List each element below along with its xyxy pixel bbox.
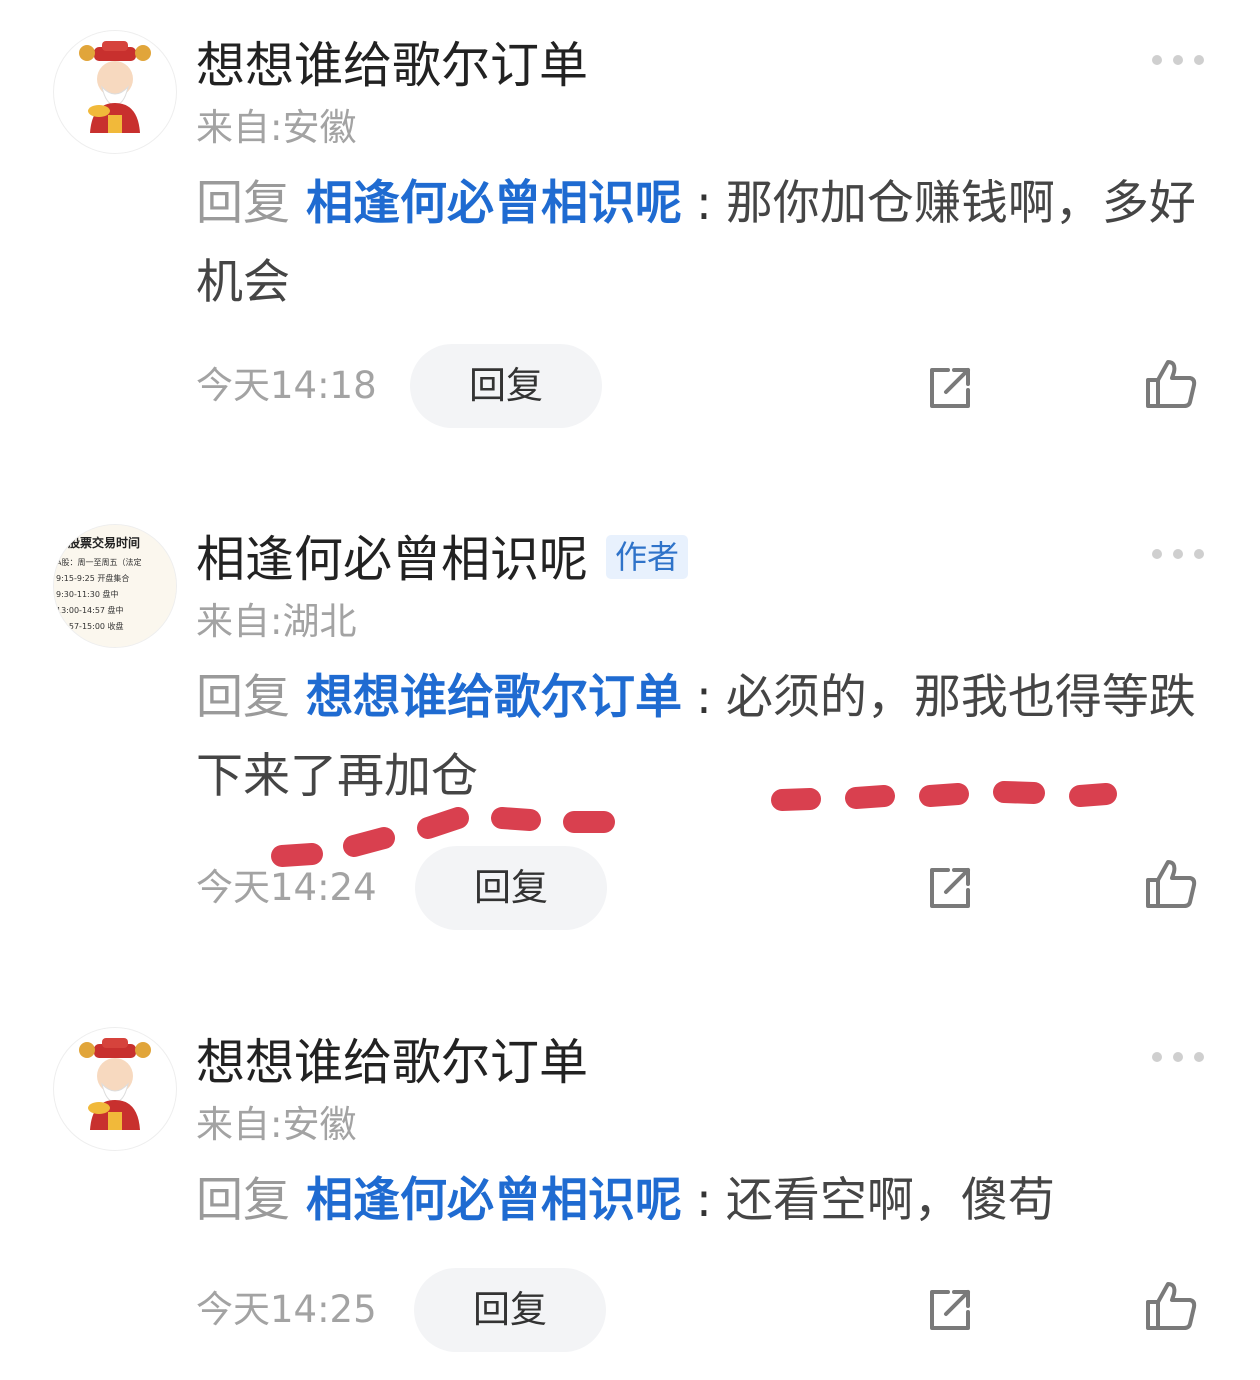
username[interactable]: 相逢何必曾相识呢 作者 <box>196 530 689 590</box>
colon: : <box>696 176 712 231</box>
reply-prefix: 回复 <box>196 670 290 725</box>
colon: : <box>696 1173 712 1228</box>
like-icon[interactable] <box>1144 858 1198 914</box>
username-text[interactable]: 想想谁给歌尔订单 <box>196 37 588 94</box>
avatar-row: 13:00-14:57 盘中 <box>56 605 124 615</box>
share-icon[interactable] <box>926 864 974 916</box>
location: 来自:安徽 <box>196 1103 357 1146</box>
username[interactable]: 想想谁给歌尔订单 <box>196 1033 588 1093</box>
timestamp: 今天14:24 <box>196 866 377 909</box>
share-icon[interactable] <box>926 1286 974 1338</box>
caishen-avatar-icon <box>54 1028 176 1150</box>
avatar[interactable] <box>53 30 177 154</box>
avatar[interactable]: 股票交易时间 A股：周一至周五（法定 9:15-9:25 开盘集合 9:30-1… <box>53 524 177 648</box>
mention-link[interactable]: 相逢何必曾相识呢 <box>306 176 682 231</box>
mention-link[interactable]: 想想谁给歌尔订单 <box>306 670 682 725</box>
trading-hours-avatar-icon: 股票交易时间 A股：周一至周五（法定 9:15-9:25 开盘集合 9:30-1… <box>54 525 176 647</box>
username-text[interactable]: 想想谁给歌尔订单 <box>196 1034 588 1091</box>
avatar-row: 9:30-11:30 盘中 <box>56 589 118 599</box>
avatar[interactable] <box>53 1027 177 1151</box>
comment-body: 还看空啊，傻苟 <box>725 1173 1055 1228</box>
comment-text[interactable]: 回复 想想谁给歌尔订单: 必须的，那我也得等跌下来了再加仓 <box>196 658 1236 816</box>
location: 来自:湖北 <box>196 600 357 643</box>
like-icon[interactable] <box>1144 1280 1198 1336</box>
reply-prefix: 回复 <box>196 1173 290 1228</box>
avatar-row: 9:15-9:25 开盘集合 <box>56 573 129 583</box>
reply-button[interactable]: 回复 <box>410 344 602 428</box>
more-options-icon[interactable] <box>1150 1049 1206 1068</box>
location: 来自:安徽 <box>196 106 357 149</box>
more-options-icon[interactable] <box>1150 546 1206 565</box>
reply-prefix: 回复 <box>196 176 290 231</box>
username-text[interactable]: 相逢何必曾相识呢 <box>196 531 588 588</box>
author-badge: 作者 <box>606 535 689 579</box>
timestamp: 今天14:25 <box>196 1288 377 1331</box>
avatar-title: 股票交易时间 <box>68 535 140 550</box>
reply-button[interactable]: 回复 <box>415 846 607 930</box>
avatar-row: 14:57-15:00 收盘 <box>56 621 124 631</box>
mention-link[interactable]: 相逢何必曾相识呢 <box>306 1173 682 1228</box>
comment-text[interactable]: 回复 相逢何必曾相识呢: 那你加仓赚钱啊，多好机会 <box>196 164 1226 322</box>
colon: : <box>696 670 712 725</box>
caishen-avatar-icon <box>54 31 176 153</box>
avatar-row: A股：周一至周五（法定 <box>56 557 141 567</box>
like-icon[interactable] <box>1144 358 1198 414</box>
timestamp: 今天14:18 <box>196 364 377 407</box>
share-icon[interactable] <box>926 364 974 416</box>
more-options-icon[interactable] <box>1150 52 1206 71</box>
username[interactable]: 想想谁给歌尔订单 <box>196 36 588 96</box>
comment-text[interactable]: 回复 相逢何必曾相识呢: 还看空啊，傻苟 <box>196 1161 1226 1240</box>
reply-button[interactable]: 回复 <box>414 1268 606 1352</box>
